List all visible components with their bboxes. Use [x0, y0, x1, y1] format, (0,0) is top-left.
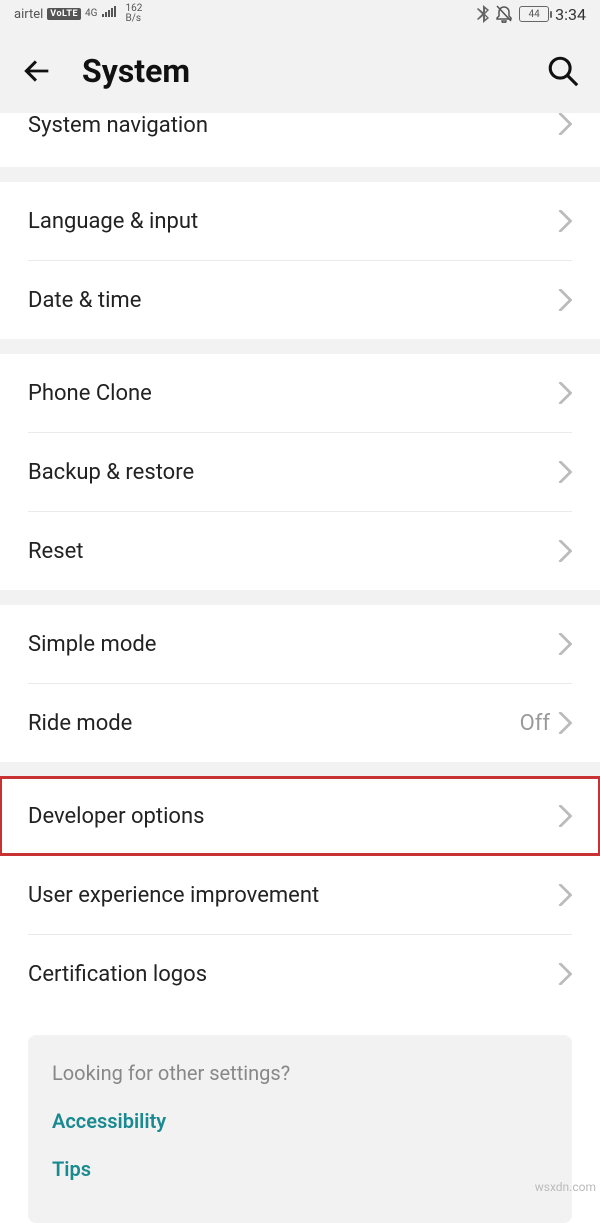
status-right: 44 3:34 [477, 5, 586, 24]
row-phone-clone[interactable]: Phone Clone [0, 354, 600, 432]
chevron-right-icon [558, 113, 572, 135]
carrier-label: airtel [14, 7, 43, 22]
header: System [0, 28, 600, 113]
bluetooth-icon [477, 5, 489, 23]
label-ride-mode: Ride mode [28, 711, 520, 736]
network-type: 4G [85, 9, 97, 19]
link-tips[interactable]: Tips [52, 1157, 548, 1181]
row-ux-improvement[interactable]: User experience improvement [0, 856, 600, 934]
label-developer-options: Developer options [28, 804, 558, 829]
chevron-right-icon [558, 540, 572, 562]
chevron-right-icon [558, 633, 572, 655]
label-backup-restore: Backup & restore [28, 460, 558, 485]
group-language: Language & input Date & time [0, 182, 600, 339]
back-icon[interactable] [20, 54, 54, 88]
row-simple-mode[interactable]: Simple mode [0, 605, 600, 683]
chevron-right-icon [558, 461, 572, 483]
row-ride-mode[interactable]: Ride mode Off [0, 684, 600, 762]
chevron-right-icon [558, 884, 572, 906]
label-simple-mode: Simple mode [28, 632, 558, 657]
status-left: airtel VoLTE 4G 162 B/s [14, 4, 142, 24]
chevron-right-icon [558, 963, 572, 985]
chevron-right-icon [558, 289, 572, 311]
row-backup-restore[interactable]: Backup & restore [0, 433, 600, 511]
battery-icon: 44 [519, 6, 549, 22]
label-reset: Reset [28, 539, 558, 564]
row-certification-logos[interactable]: Certification logos [0, 935, 600, 1013]
row-reset[interactable]: Reset [0, 512, 600, 590]
signal-icon [101, 6, 117, 22]
page-title: System [82, 52, 518, 90]
group-navigation: System navigation [0, 113, 600, 167]
chevron-right-icon [558, 805, 572, 827]
volte-badge: VoLTE [47, 8, 81, 20]
network-rate: 162 B/s [125, 4, 142, 24]
chevron-right-icon [558, 382, 572, 404]
label-system-navigation: System navigation [28, 113, 558, 138]
label-certification-logos: Certification logos [28, 962, 558, 987]
chevron-right-icon [558, 712, 572, 734]
row-developer-options[interactable]: Developer options [0, 777, 600, 855]
label-phone-clone: Phone Clone [28, 381, 558, 406]
dnd-icon [495, 5, 513, 23]
tips-card: Looking for other settings? Accessibilit… [28, 1035, 572, 1223]
group-developer: Developer options User experience improv… [0, 777, 600, 1223]
status-bar: airtel VoLTE 4G 162 B/s 44 3:34 [0, 0, 600, 28]
watermark: wsxdn.com [535, 1180, 596, 1194]
group-modes: Simple mode Ride mode Off [0, 605, 600, 762]
tips-question: Looking for other settings? [52, 1061, 548, 1085]
clock: 3:34 [555, 5, 586, 24]
row-language-input[interactable]: Language & input [0, 182, 600, 260]
label-ux-improvement: User experience improvement [28, 883, 558, 908]
row-date-time[interactable]: Date & time [0, 261, 600, 339]
group-clone: Phone Clone Backup & restore Reset [0, 354, 600, 590]
chevron-right-icon [558, 210, 572, 232]
row-system-navigation[interactable]: System navigation [0, 113, 600, 167]
link-accessibility[interactable]: Accessibility [52, 1109, 548, 1133]
label-date-time: Date & time [28, 288, 558, 313]
value-ride-mode: Off [520, 711, 550, 736]
label-language-input: Language & input [28, 209, 558, 234]
search-icon[interactable] [546, 54, 580, 88]
